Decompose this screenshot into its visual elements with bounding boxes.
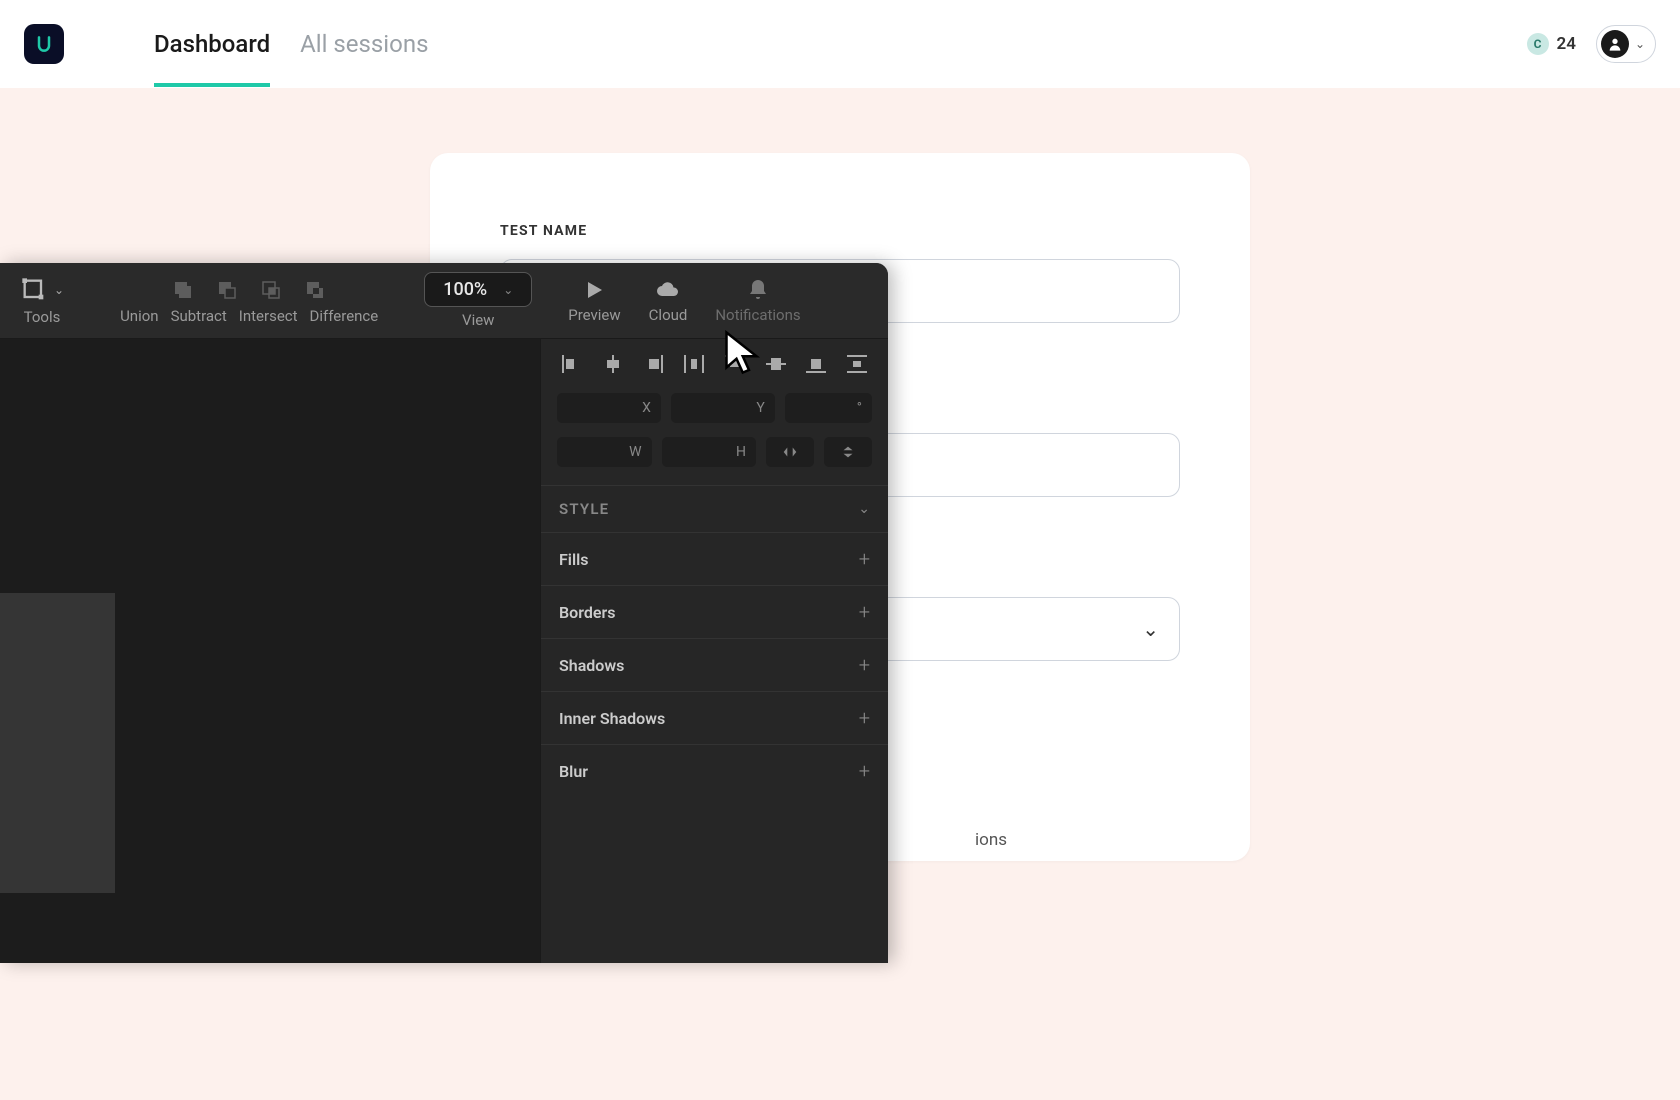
rotation-field[interactable]: °	[785, 393, 872, 423]
user-icon	[1607, 36, 1623, 52]
plus-icon[interactable]: +	[859, 759, 870, 783]
align-hcenter-icon[interactable]	[598, 353, 628, 375]
inner-shadows-row[interactable]: Inner Shadows +	[541, 691, 888, 744]
difference-icon[interactable]	[302, 277, 328, 303]
y-field[interactable]: Y	[671, 393, 775, 423]
shadows-row[interactable]: Shadows +	[541, 638, 888, 691]
subtract-icon[interactable]	[214, 277, 240, 303]
w-field[interactable]: W	[557, 437, 652, 467]
intersect-label: Intersect	[239, 307, 298, 325]
notifications-button[interactable]: Notifications	[715, 278, 800, 324]
union-icon[interactable]	[170, 277, 196, 303]
tools-label: Tools	[24, 308, 61, 326]
align-right-icon[interactable]	[638, 353, 668, 375]
boolean-ops-group: Union Subtract Intersect Difference	[110, 277, 388, 325]
blur-label: Blur	[559, 762, 588, 781]
credit-badge[interactable]: C 24	[1527, 33, 1576, 55]
preview-button[interactable]: Preview	[568, 278, 620, 324]
chevron-down-icon[interactable]: ⌄	[54, 283, 64, 297]
credit-count: 24	[1557, 34, 1576, 54]
flip-v-button[interactable]	[824, 437, 872, 467]
distribute-v-icon[interactable]	[842, 353, 872, 375]
align-row	[541, 339, 888, 389]
blur-row[interactable]: Blur +	[541, 744, 888, 797]
user-menu[interactable]: ⌄	[1596, 25, 1656, 63]
fills-label: Fills	[559, 550, 589, 569]
zoom-value: 100%	[443, 279, 487, 300]
align-bottom-icon[interactable]	[801, 353, 831, 375]
chevron-down-icon: ⌄	[1635, 37, 1645, 51]
chevron-down-icon: ⌄	[858, 501, 870, 517]
shadows-label: Shadows	[559, 656, 624, 675]
tools-icon[interactable]	[20, 276, 48, 304]
union-label: Union	[120, 307, 159, 325]
style-section-header[interactable]: STYLE ⌄	[541, 485, 888, 532]
zoom-select[interactable]: 100% ⌄	[424, 272, 532, 307]
distribute-h-icon[interactable]	[679, 353, 709, 375]
tools-group: ⌄ Tools	[10, 276, 74, 326]
fills-row[interactable]: Fills +	[541, 532, 888, 585]
nav-tab-dashboard[interactable]: Dashboard	[154, 0, 270, 87]
h-field[interactable]: H	[662, 437, 757, 467]
bell-icon	[746, 278, 770, 302]
preview-label: Preview	[568, 306, 620, 324]
align-vcenter-icon[interactable]	[761, 353, 791, 375]
header-right: C 24 ⌄	[1527, 25, 1657, 63]
style-label: STYLE	[559, 500, 609, 518]
notifications-label: Notifications	[715, 306, 800, 324]
borders-label: Borders	[559, 603, 615, 622]
app-logo[interactable]	[24, 24, 64, 64]
chevron-down-icon: ⌄	[503, 283, 513, 297]
borders-row[interactable]: Borders +	[541, 585, 888, 638]
difference-label: Difference	[310, 307, 379, 325]
intersect-icon[interactable]	[258, 277, 284, 303]
inner-shadows-label: Inner Shadows	[559, 709, 665, 728]
subtract-label: Subtract	[171, 307, 227, 325]
nav-tab-sessions[interactable]: All sessions	[300, 0, 428, 87]
canvas-thumbnail	[0, 593, 115, 893]
view-group: 100% ⌄ View	[424, 272, 532, 329]
cloud-icon	[656, 278, 680, 302]
plus-icon[interactable]: +	[859, 600, 870, 624]
plus-icon[interactable]: +	[859, 653, 870, 677]
align-left-icon[interactable]	[557, 353, 587, 375]
inspector-panel: X Y ° W H STYLE ⌄ Fills + Borders + Shad…	[540, 339, 888, 963]
cloud-label: Cloud	[649, 306, 688, 324]
design-tool-window: ⌄ Tools Union Subtract Intersect Differe…	[0, 263, 888, 963]
right-tools: Preview Cloud Notifications	[568, 278, 800, 324]
test-name-label: TEST NAME	[500, 223, 1180, 239]
size-row: W H	[541, 433, 888, 477]
chevron-down-icon: ⌄	[1142, 617, 1159, 641]
nav-tabs: Dashboard All sessions	[154, 0, 428, 87]
logo-icon	[34, 34, 54, 54]
avatar	[1601, 30, 1629, 58]
flip-h-button[interactable]	[766, 437, 814, 467]
align-top-icon[interactable]	[720, 353, 750, 375]
design-toolbar: ⌄ Tools Union Subtract Intersect Differe…	[0, 263, 888, 339]
app-header: Dashboard All sessions C 24 ⌄	[0, 0, 1680, 88]
x-field[interactable]: X	[557, 393, 661, 423]
view-label: View	[462, 311, 494, 329]
plus-icon[interactable]: +	[859, 547, 870, 571]
plus-icon[interactable]: +	[859, 706, 870, 730]
cloud-button[interactable]: Cloud	[649, 278, 688, 324]
play-icon	[582, 278, 606, 302]
credit-icon: C	[1527, 33, 1549, 55]
sessions-text-fragment: ions	[975, 830, 1007, 850]
position-row: X Y °	[541, 389, 888, 433]
